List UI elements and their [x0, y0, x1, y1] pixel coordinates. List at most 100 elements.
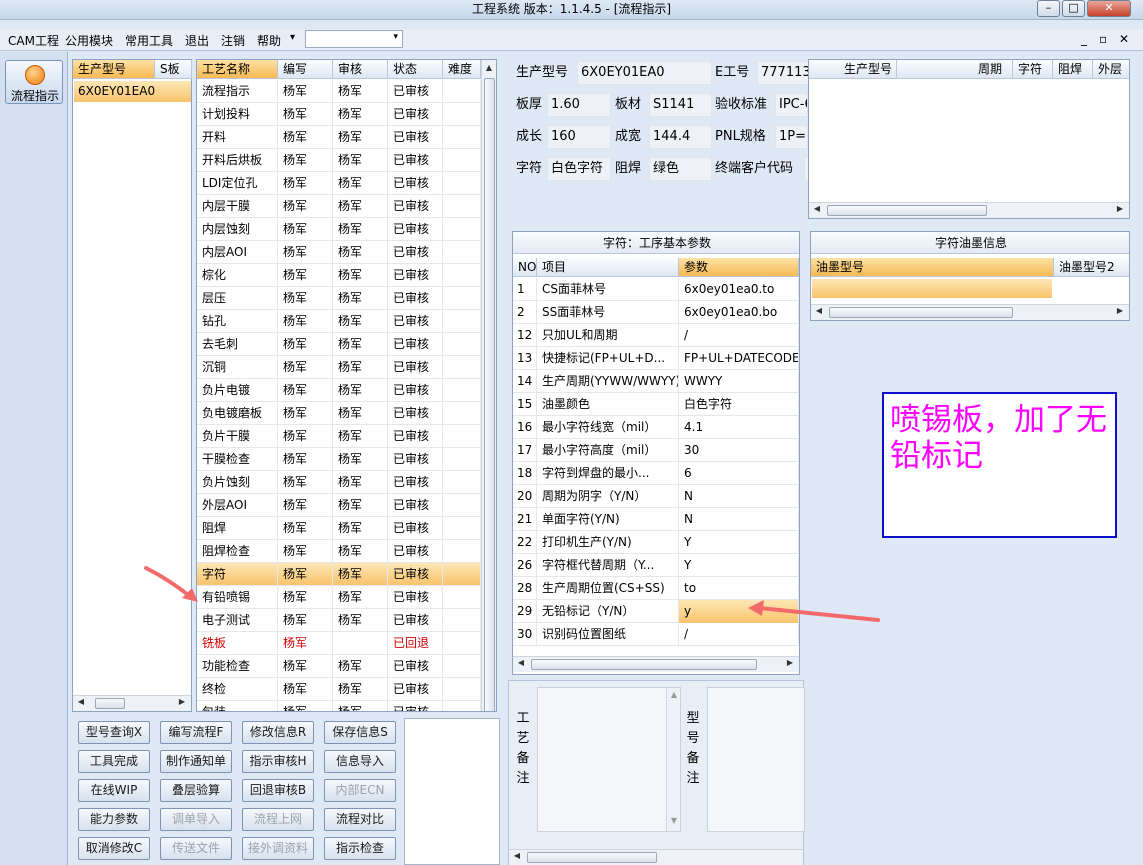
process-row[interactable]: LDI定位孔 杨军 杨军 已审核 [197, 172, 481, 195]
process-row[interactable]: 外层AOI 杨军 杨军 已审核 [197, 494, 481, 517]
value-pnl[interactable]: 1P=6 [775, 125, 808, 149]
action-button[interactable]: 指示审核H [242, 750, 314, 773]
action-button[interactable]: 工具完成 [78, 750, 150, 773]
action-button[interactable]: 流程对比 [324, 808, 396, 831]
process-row[interactable]: 棕化 杨军 杨军 已审核 [197, 264, 481, 287]
param-row[interactable]: 22 打印机生产(Y/N) Y [513, 531, 799, 554]
params-header-value[interactable]: 参数 [679, 258, 799, 277]
product-row[interactable]: 6X0EY01EA0 [74, 81, 191, 102]
action-button[interactable]: 编写流程F [160, 721, 232, 744]
menu-tools[interactable]: 常用工具 [125, 32, 173, 49]
process-row[interactable]: 层压 杨军 杨军 已审核 [197, 287, 481, 310]
param-row[interactable]: 18 字符到焊盘的最小... 6 [513, 462, 799, 485]
menu-cam[interactable]: CAM工程 [8, 32, 59, 49]
process-row[interactable]: 阻焊 杨军 杨军 已审核 [197, 517, 481, 540]
process-row[interactable]: 铣板 杨军 已回退 [197, 632, 481, 655]
action-button[interactable]: 流程上网 [242, 808, 314, 831]
value-solder-mask[interactable]: 绿色 [649, 157, 712, 181]
process-row[interactable]: 去毛刺 杨军 杨军 已审核 [197, 333, 481, 356]
rg-header-character[interactable]: 字符 [1013, 60, 1053, 79]
menu-help[interactable]: 帮助 [257, 32, 281, 49]
param-row[interactable]: 26 字符框代替周期（Y... Y [513, 554, 799, 577]
process-row[interactable]: 终检 杨军 杨军 已审核 [197, 678, 481, 701]
action-button[interactable]: 取消修改C [78, 837, 150, 860]
header-status[interactable]: 状态 [388, 60, 443, 79]
menu-combo-box[interactable]: ▾ [305, 30, 403, 48]
action-button[interactable]: 传送文件 [160, 837, 232, 860]
ink-header-type[interactable]: 油墨型号 [811, 258, 1054, 277]
process-row[interactable]: 电子测试 杨军 杨军 已审核 [197, 609, 481, 632]
process-row[interactable]: 开料 杨军 杨军 已审核 [197, 126, 481, 149]
process-row[interactable]: 计划投料 杨军 杨军 已审核 [197, 103, 481, 126]
value-model[interactable]: 6X0EY01EA0 [577, 61, 712, 85]
process-row[interactable]: 沉铜 杨军 杨军 已审核 [197, 356, 481, 379]
value-width[interactable]: 144.4 [649, 125, 712, 149]
rg-header-model[interactable]: 生产型号 [809, 60, 897, 79]
mdi-close-button[interactable]: ✕ [1119, 32, 1129, 46]
process-row[interactable]: 字符 杨军 杨军 已审核 [197, 563, 481, 586]
param-row[interactable]: 12 只加UL和周期 / [513, 324, 799, 347]
process-row[interactable]: 负片蚀刻 杨军 杨军 已审核 [197, 471, 481, 494]
help-dropdown-icon[interactable]: ▾ [290, 32, 295, 43]
header-s-board[interactable]: S板 [155, 60, 192, 79]
action-button[interactable]: 在线WIP [78, 779, 150, 802]
param-row[interactable]: 1 CS面菲林号 6x0ey01ea0.to [513, 278, 799, 301]
rg-header-period[interactable]: 周期 [973, 60, 1013, 79]
craft-notes-field[interactable]: ▲ ▼ [537, 687, 681, 832]
model-notes-field[interactable] [707, 687, 805, 832]
process-row[interactable]: 内层干膜 杨军 杨军 已审核 [197, 195, 481, 218]
params-header-item[interactable]: 项目 [537, 258, 679, 277]
ink-header-type2[interactable]: 油墨型号2 [1054, 258, 1129, 277]
action-button[interactable]: 制作通知单 [160, 750, 232, 773]
action-button[interactable]: 信息导入 [324, 750, 396, 773]
process-row[interactable]: 包装 杨军 杨军 已审核 [197, 701, 481, 711]
action-button[interactable]: 叠层验算 [160, 779, 232, 802]
ink-hscrollbar[interactable]: ◀ ▶ [811, 304, 1129, 320]
action-button[interactable]: 修改信息R [242, 721, 314, 744]
value-standard[interactable]: IPC-6 [775, 93, 808, 117]
header-writer[interactable]: 编写 [278, 60, 333, 79]
action-button[interactable]: 能力参数 [78, 808, 150, 831]
process-row[interactable]: 有铅喷锡 杨军 杨军 已审核 [197, 586, 481, 609]
value-material[interactable]: S1141 [649, 93, 712, 117]
value-thickness[interactable]: 1.60 [547, 93, 611, 117]
minimize-button[interactable]: – [1037, 0, 1060, 17]
param-row[interactable]: 17 最小字符高度（mil） 30 [513, 439, 799, 462]
process-row[interactable]: 负片电镀 杨军 杨军 已审核 [197, 379, 481, 402]
action-button[interactable]: 保存信息S [324, 721, 396, 744]
param-row[interactable]: 30 识别码位置图纸 / [513, 623, 799, 646]
header-process-name[interactable]: 工艺名称 [197, 60, 278, 79]
header-product-model[interactable]: 生产型号 [73, 60, 155, 79]
param-row[interactable]: 14 生产周期(YYWW/WWYY) WWYY [513, 370, 799, 393]
action-button[interactable]: 回退审核B [242, 779, 314, 802]
action-button[interactable]: 型号查询X [78, 721, 150, 744]
process-row[interactable]: 阻焊检查 杨军 杨军 已审核 [197, 540, 481, 563]
params-hscrollbar[interactable]: ◀ ▶ [513, 656, 799, 672]
process-row[interactable]: 开料后烘板 杨军 杨军 已审核 [197, 149, 481, 172]
value-length[interactable]: 160 [547, 125, 611, 149]
action-button[interactable]: 调单导入 [160, 808, 232, 831]
header-difficulty[interactable]: 难度 [443, 60, 481, 79]
product-hscrollbar[interactable]: ◀ ▶ [73, 695, 191, 711]
menu-common-modules[interactable]: 公用模块 [65, 32, 113, 49]
process-row[interactable]: 负片干膜 杨军 杨军 已审核 [197, 425, 481, 448]
param-row[interactable]: 15 油墨颜色 白色字符 [513, 393, 799, 416]
notes-hscrollbar[interactable]: ◀ [509, 849, 803, 865]
close-button[interactable]: ✕ [1087, 0, 1131, 17]
process-row[interactable]: 干膜检查 杨军 杨军 已审核 [197, 448, 481, 471]
action-button[interactable]: 内部ECN [324, 779, 396, 802]
rg-header-solder[interactable]: 阻焊 [1053, 60, 1093, 79]
value-character[interactable]: 白色字符 [547, 157, 611, 181]
ink-row[interactable] [812, 279, 1052, 298]
header-reviewer[interactable]: 审核 [333, 60, 388, 79]
param-row[interactable]: 13 快捷标记(FP+UL+D... FP+UL+DATECODE [513, 347, 799, 370]
rg-header-outer[interactable]: 外层 [1093, 60, 1129, 79]
mdi-minimize-button[interactable]: _ [1081, 32, 1087, 46]
param-row[interactable]: 20 周期为阴字（Y/N） N [513, 485, 799, 508]
flow-nav-button[interactable]: 流程指示 [5, 60, 63, 104]
mdi-restore-button[interactable]: ▫ [1099, 32, 1107, 46]
process-row[interactable]: 功能检查 杨军 杨军 已审核 [197, 655, 481, 678]
process-row[interactable]: 流程指示 杨军 杨军 已审核 [197, 80, 481, 103]
param-row[interactable]: 21 单面字符(Y/N) N [513, 508, 799, 531]
maximize-button[interactable]: □ [1062, 0, 1085, 17]
